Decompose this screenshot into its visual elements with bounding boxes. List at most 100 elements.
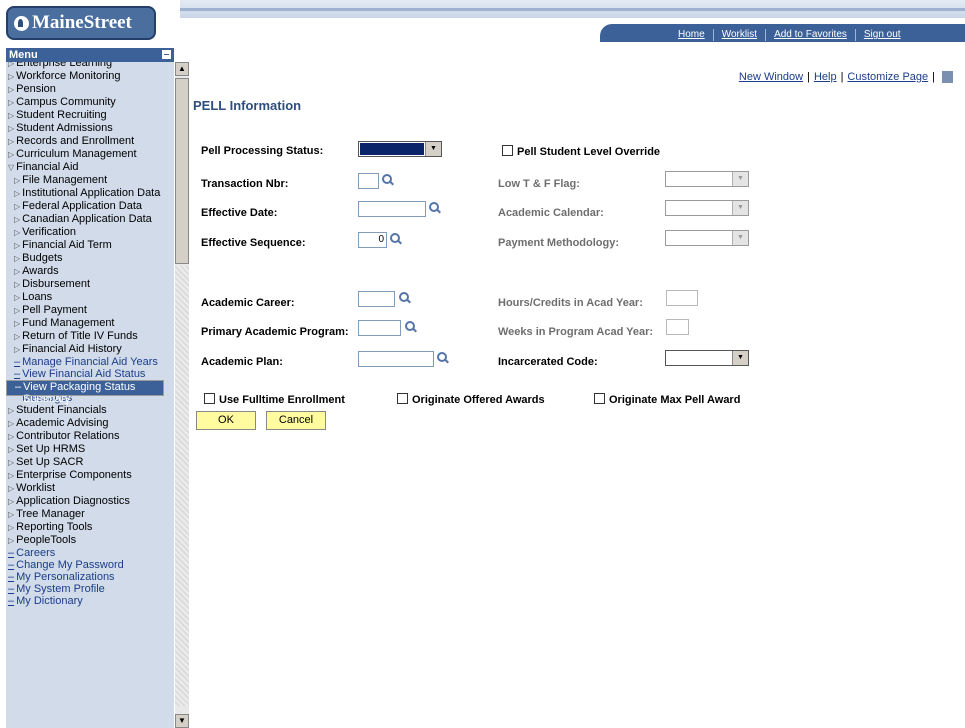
academic-plan-input[interactable] <box>358 351 434 367</box>
pell-processing-status-select[interactable]: ▼ <box>358 141 442 157</box>
menu-item[interactable]: ▷ Awards <box>6 265 174 278</box>
menu-item[interactable]: ▷ Fund Management <box>6 317 174 330</box>
primary-academic-program-lookup-icon[interactable] <box>404 320 416 332</box>
menu-item[interactable]: ▷ Disbursement <box>6 278 174 291</box>
menu-item[interactable]: ▷ Workforce Monitoring <box>6 70 174 83</box>
transaction-nbr-input[interactable] <box>358 173 379 189</box>
menu-item[interactable]: ▷ Return of Title IV Funds <box>6 330 174 343</box>
menu-item[interactable]: ▷ Application Diagnostics <box>6 495 174 508</box>
checkbox-icon[interactable] <box>502 145 513 156</box>
collapsed-triangle-icon: ▷ <box>14 176 21 185</box>
menu-item[interactable]: ▷ PeopleTools <box>6 534 174 547</box>
effective-date-lookup-icon[interactable] <box>428 201 440 213</box>
hours-credits-input[interactable] <box>666 290 698 306</box>
menu-item[interactable]: ▷ Student Financials <box>6 404 174 417</box>
checkbox-icon[interactable] <box>204 393 215 404</box>
menu-item-label: Contributor Relations <box>16 430 120 442</box>
menu-item[interactable]: – Manage Financial Aid Years <box>6 356 174 368</box>
academic-career-lookup-icon[interactable] <box>398 291 410 303</box>
primary-academic-program-input[interactable] <box>358 320 401 336</box>
weeks-in-program-input[interactable] <box>666 319 689 335</box>
new-window-link[interactable]: New Window <box>739 71 803 83</box>
use-fulltime-enrollment-checkbox[interactable]: Use Fulltime Enrollment <box>204 393 345 406</box>
print-icon[interactable] <box>942 71 953 84</box>
menu-item-label: My Dictionary <box>16 595 83 607</box>
dropdown-arrow-icon[interactable]: ▼ <box>425 142 441 156</box>
menu-item[interactable]: ▷ Enterprise Components <box>6 469 174 482</box>
scroll-down-icon[interactable]: ▼ <box>175 714 189 728</box>
originate-max-pell-award-checkbox[interactable]: Originate Max Pell Award <box>594 393 740 406</box>
menu-item[interactable]: ▷ Federal Application Data <box>6 200 174 213</box>
effective-date-label: Effective Date: <box>201 207 278 219</box>
menu-item[interactable]: ▷ Tree Manager <box>6 508 174 521</box>
collapsed-triangle-icon: ▷ <box>14 332 21 341</box>
menu-item[interactable]: ▷ Loans <box>6 291 174 304</box>
pell-student-level-override-checkbox[interactable]: Pell Student Level Override <box>502 145 660 158</box>
menu-item[interactable]: – My Dictionary <box>6 595 174 607</box>
menu-item-label: Financial Aid Term <box>22 239 112 251</box>
menu-item[interactable]: – My System Profile <box>6 583 174 595</box>
sign-out-link[interactable]: Sign out <box>854 29 909 41</box>
mainestreet-logo[interactable]: MaineStreet <box>6 6 156 40</box>
menu-item[interactable]: ▷ Student Recruiting <box>6 109 174 122</box>
menu-item[interactable]: – My Personalizations <box>6 571 174 583</box>
add-to-favorites-link[interactable]: Add to Favorites <box>765 29 855 41</box>
menu-item[interactable]: ▷ Set Up HRMS <box>6 443 174 456</box>
logo-text: MaineStreet <box>32 12 132 33</box>
menu-item[interactable]: ▷ Verification <box>6 226 174 239</box>
scroll-track[interactable] <box>175 266 189 706</box>
home-link[interactable]: Home <box>670 29 713 41</box>
menu-item[interactable]: ▷ File Management <box>6 174 174 187</box>
menu-item[interactable]: ▷ Enterprise Learning <box>6 62 174 70</box>
low-tf-flag-select[interactable]: ▼ <box>665 171 749 187</box>
menu-item[interactable]: ▷ Institutional Application Data <box>6 187 174 200</box>
menu-item[interactable]: ▷ Academic Advising <box>6 417 174 430</box>
menu-item[interactable]: – View Financial Aid Status <box>6 368 174 380</box>
customize-page-link[interactable]: Customize Page <box>847 71 928 83</box>
menu-item[interactable]: ▽ Financial Aid <box>6 161 174 174</box>
effective-sequence-lookup-icon[interactable] <box>389 232 401 244</box>
menu-item[interactable]: ▷ Financial Aid Term <box>6 239 174 252</box>
menu-scrollbar[interactable]: ▲ ▼ <box>175 62 189 728</box>
worklist-link[interactable]: Worklist <box>712 29 765 41</box>
menu-item[interactable]: ▷ Curriculum Management <box>6 148 174 161</box>
checkbox-icon[interactable] <box>397 393 408 404</box>
academic-calendar-select[interactable]: ▼ <box>665 200 749 216</box>
payment-methodology-select[interactable]: ▼ <box>665 230 749 246</box>
ok-button[interactable]: OK <box>196 411 256 430</box>
scroll-up-icon[interactable]: ▲ <box>175 62 189 76</box>
menu-item[interactable]: ▷ Budgets <box>6 252 174 265</box>
menu-item[interactable]: ▷ Contributor Relations <box>6 430 174 443</box>
academic-career-input[interactable] <box>358 291 395 307</box>
incarcerated-code-select[interactable]: ▼ <box>665 350 749 366</box>
menu-item[interactable]: ▷ Set Up SACR <box>6 456 174 469</box>
cancel-button[interactable]: Cancel <box>266 411 326 430</box>
checkbox-icon[interactable] <box>594 393 605 404</box>
menu-item[interactable]: – View Packaging Status Summary <box>6 380 165 405</box>
dropdown-arrow-icon[interactable]: ▼ <box>732 172 748 186</box>
menu-item[interactable]: ▷ Pension <box>6 83 174 96</box>
menu-item[interactable]: – Change My Password <box>6 559 174 571</box>
menu-item[interactable]: – Careers <box>6 547 174 559</box>
effective-date-input[interactable] <box>358 201 426 217</box>
dash-icon: – <box>14 356 21 368</box>
collapsed-triangle-icon: ▷ <box>8 406 15 415</box>
minimize-menu-icon[interactable] <box>162 50 171 59</box>
menu-item[interactable]: ▷ Records and Enrollment <box>6 135 174 148</box>
transaction-nbr-lookup-icon[interactable] <box>381 173 393 185</box>
effective-sequence-input[interactable]: 0 <box>358 232 387 248</box>
dropdown-arrow-icon[interactable]: ▼ <box>732 351 748 365</box>
menu-item[interactable]: ▷ Campus Community <box>6 96 174 109</box>
dropdown-arrow-icon[interactable]: ▼ <box>732 231 748 245</box>
dropdown-arrow-icon[interactable]: ▼ <box>732 201 748 215</box>
scroll-thumb[interactable] <box>175 78 189 264</box>
menu-item[interactable]: ▷ Pell Payment <box>6 304 174 317</box>
menu-item[interactable]: ▷ Canadian Application Data <box>6 213 174 226</box>
menu-item[interactable]: ▷ Student Admissions <box>6 122 174 135</box>
menu-item[interactable]: ▷ Reporting Tools <box>6 521 174 534</box>
menu-item[interactable]: ▷ Financial Aid History <box>6 343 174 356</box>
help-link[interactable]: Help <box>814 71 837 83</box>
menu-item[interactable]: ▷ Worklist <box>6 482 174 495</box>
originate-offered-awards-checkbox[interactable]: Originate Offered Awards <box>397 393 545 406</box>
academic-plan-lookup-icon[interactable] <box>436 351 448 363</box>
